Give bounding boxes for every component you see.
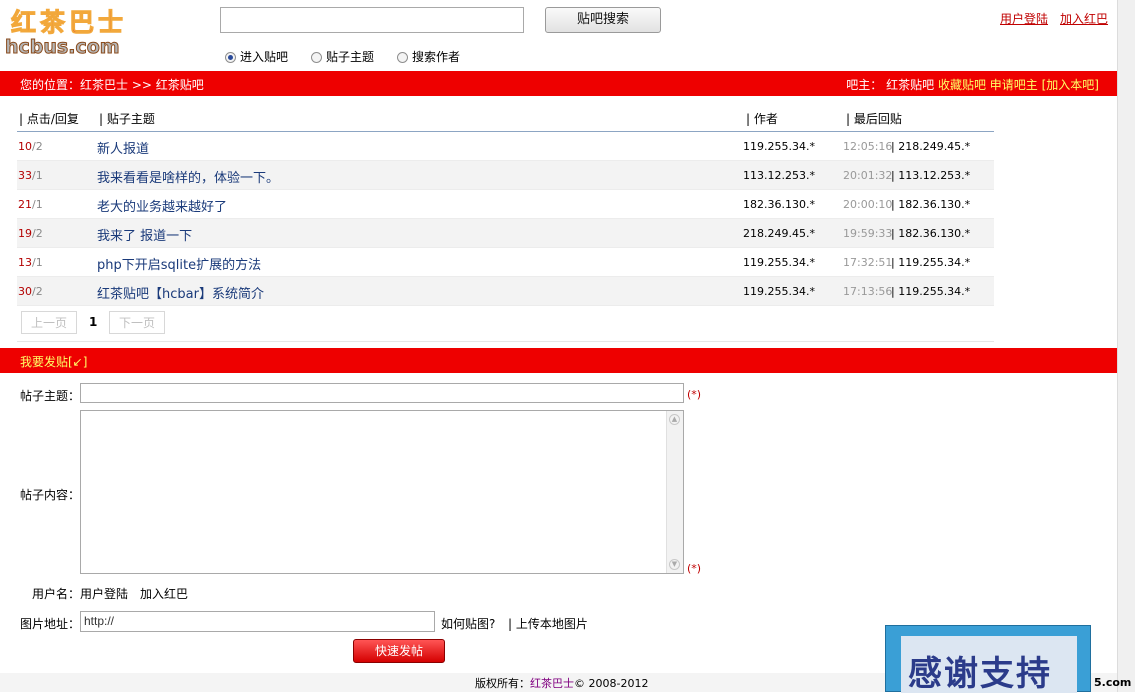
radio-label: 进入贴吧 [240,50,289,64]
image-url-label: 图片地址： [20,617,81,631]
topic-author: 218.249.45.* [743,227,815,240]
click-count: 33/1 [18,169,43,182]
last-reply-time: 20:00:10 [843,198,893,211]
content-label: 帖子内容： [20,488,81,502]
current-page: 1 [89,315,98,329]
topic-title-link[interactable]: 老大的业务越来越好了 [97,196,227,215]
table-row[interactable]: 10/2 新人报道 119.255.34.* 12:05:16 | 218.24… [17,132,994,161]
apply-owner-link[interactable]: 申请吧主 [990,78,1038,92]
topic-author: 182.36.130.* [743,198,815,211]
last-reply-time: 17:32:51 [843,256,893,269]
click-count: 30/2 [18,285,43,298]
last-reply-user: | 119.255.34.* [891,256,971,269]
radio-selected-icon [225,52,236,63]
next-page-button[interactable]: 下一页 [109,311,165,334]
form-login-link[interactable]: 用户登陆 [80,585,128,602]
breadcrumb-forum-link[interactable]: 红茶贴吧 [156,78,204,92]
click-count: 21/1 [18,198,43,211]
how-to-post-image-link[interactable]: 如何贴图? [441,615,495,632]
last-reply-user: | 182.36.130.* [891,227,971,240]
table-row[interactable]: 19/2 我来了 报道一下 218.249.45.* 19:59:33 | 18… [17,219,994,248]
owner-name[interactable]: 红茶贴吧 [886,78,934,92]
join-link[interactable]: 加入红巴 [1060,10,1108,27]
topic-title-link[interactable]: php下开启sqlite扩展的方法 [97,254,261,273]
scroll-up-icon[interactable]: ▲ [669,414,680,425]
new-post-title[interactable]: 我要发贴[↙] [20,353,87,370]
radio-post-topic[interactable]: 贴子主题 [311,50,374,64]
footer-brand-link[interactable]: 红茶巴士 [530,677,574,690]
last-reply-user: | 113.12.253.* [891,169,971,182]
header-topic: | 贴子主题 [99,112,155,126]
logo-domain-text: hcbus.com [5,36,121,59]
radio-icon [311,52,322,63]
topic-author: 113.12.253.* [743,169,815,182]
site-logo[interactable]: 红茶巴士 hcbus.com [3,6,133,59]
topic-author: 119.255.34.* [743,256,815,269]
topic-table-header: | 点击/回复 | 贴子主题 | 作者 | 最后回贴 [17,105,994,132]
click-count: 10/2 [18,140,43,153]
radio-icon [397,52,408,63]
textarea-scrollbar[interactable]: ▲ ▼ [666,411,683,573]
content-textarea[interactable]: ▲ ▼ [80,410,684,574]
copyright: 版权所有：红茶巴士© 2008-2012 [475,677,649,690]
thanks-badge-text: 感谢支持 [908,654,1052,694]
header-author: | 作者 [746,112,778,126]
join-forum-link[interactable]: [加入本吧] [1042,78,1099,92]
breadcrumb-separator: >> [128,78,156,92]
search-button[interactable]: 贴吧搜索 [545,7,661,33]
radio-label: 搜索作者 [412,50,461,64]
favorite-forum-link[interactable]: 收藏贴吧 [938,78,986,92]
image-url-input[interactable]: http:// [80,611,435,632]
owner-label: 吧主： [846,78,883,92]
search-input[interactable] [220,7,524,33]
table-row[interactable]: 33/1 我来看看是啥样的，体验一下。 113.12.253.* 20:01:3… [17,161,994,190]
user-login-link[interactable]: 用户登陆 [1000,10,1048,27]
topic-title-link[interactable]: 新人报道 [97,138,149,157]
radio-label: 贴子主题 [326,50,375,64]
header-clicks: | 点击/回复 [19,112,79,126]
location-bar: 您的位置：红茶巴士 >> 红茶贴吧 吧主： 红茶贴吧 收藏贴吧 申请吧主 [加入… [0,71,1117,96]
click-count: 19/2 [18,227,43,240]
page-scrollbar[interactable] [1117,0,1135,692]
forum-owner-info: 吧主： 红茶贴吧 收藏贴吧 申请吧主 [加入本吧] [846,76,1099,93]
username-label: 用户名： [32,587,81,601]
last-reply-time: 17:13:56 [843,285,893,298]
last-reply-time: 19:59:33 [843,227,893,240]
last-reply-time: 12:05:16 [843,140,893,153]
divider [17,341,994,342]
new-post-bar: 我要发贴[↙] [0,348,1117,373]
topic-title-link[interactable]: 我来了 报道一下 [97,225,192,244]
subject-input[interactable] [80,383,684,403]
badge-domain-tail: 5.com [1094,676,1132,689]
form-join-link[interactable]: 加入红巴 [140,585,188,602]
required-mark: (*) [687,388,702,401]
radio-enter-forum[interactable]: 进入贴吧 [225,50,288,64]
required-mark: (*) [687,562,702,575]
breadcrumb: 您的位置：红茶巴士 >> 红茶贴吧 [20,76,204,93]
scroll-down-icon[interactable]: ▼ [669,559,680,570]
last-reply-user: | 119.255.34.* [891,285,971,298]
last-reply-user: | 218.249.45.* [891,140,971,153]
logo-chinese-text: 红茶巴士 [10,8,128,38]
topic-author: 119.255.34.* [743,285,815,298]
topic-title-link[interactable]: 红茶贴吧【hcbar】系统简介 [97,283,264,302]
last-reply-user: | 182.36.130.* [891,198,971,211]
breadcrumb-prefix: 您的位置： [20,78,81,92]
header-last-reply: | 最后回贴 [846,112,902,126]
last-reply-time: 20:01:32 [843,169,893,182]
table-row[interactable]: 30/2 红茶贴吧【hcbar】系统简介 119.255.34.* 17:13:… [17,277,994,306]
topic-title-link[interactable]: 我来看看是啥样的，体验一下。 [97,167,279,186]
quick-post-button[interactable]: 快速发帖 [353,639,445,663]
thanks-badge[interactable]: 感谢支持 [885,625,1091,694]
prev-page-button[interactable]: 上一页 [21,311,77,334]
table-row[interactable]: 21/1 老大的业务越来越好了 182.36.130.* 20:00:10 | … [17,190,994,219]
breadcrumb-home-link[interactable]: 红茶巴士 [80,78,128,92]
topic-author: 119.255.34.* [743,140,815,153]
radio-search-author[interactable]: 搜索作者 [397,50,460,64]
upload-image-link[interactable]: | 上传本地图片 [508,615,588,632]
table-row[interactable]: 13/1 php下开启sqlite扩展的方法 119.255.34.* 17:3… [17,248,994,277]
click-count: 13/1 [18,256,43,269]
subject-label: 帖子主题： [20,389,81,403]
